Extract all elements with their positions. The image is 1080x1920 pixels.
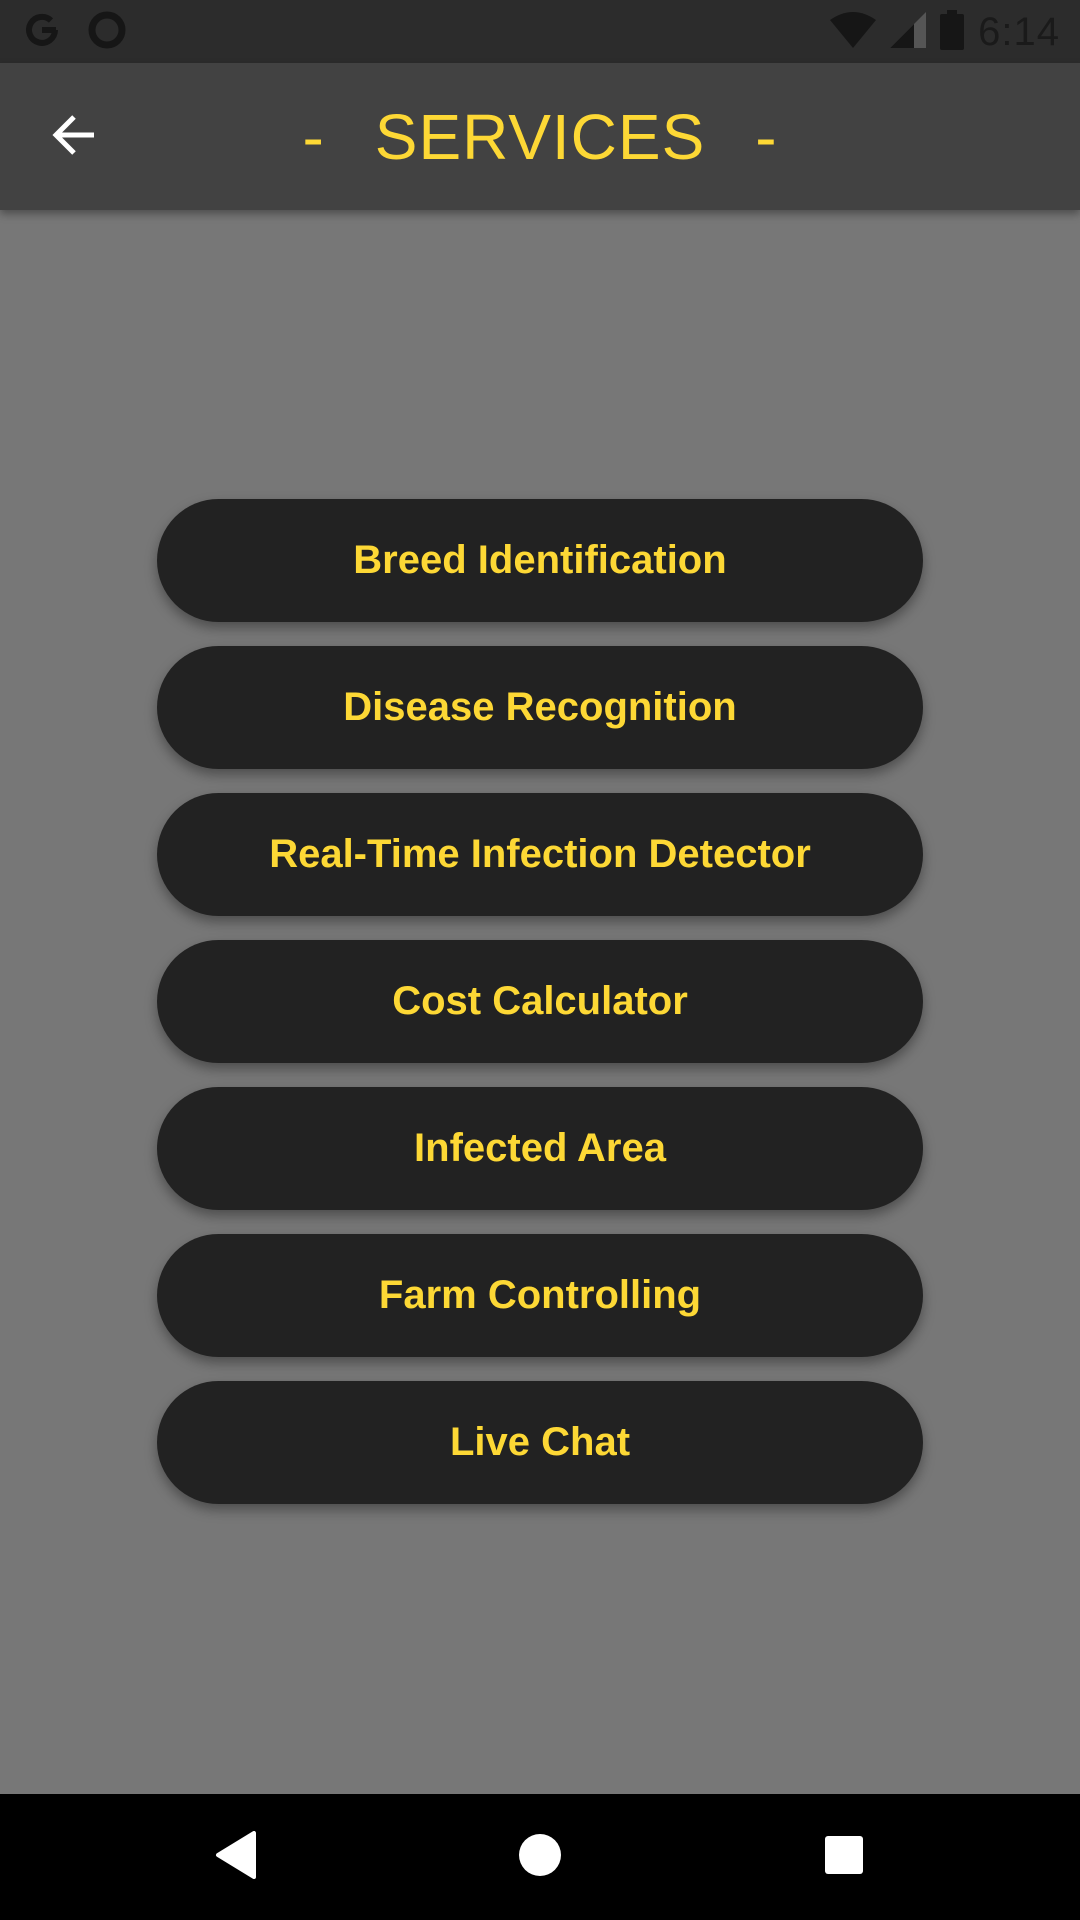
status-bar: 6:14 (0, 0, 1080, 63)
recents-square-icon (824, 1835, 864, 1880)
services-list: Breed Identification Disease Recognition… (157, 499, 923, 1504)
google-icon (22, 10, 62, 55)
live-chat-button[interactable]: Live Chat (157, 1381, 923, 1504)
nav-home-button[interactable] (510, 1827, 570, 1887)
nav-recents-button[interactable] (814, 1827, 874, 1887)
nav-back-button[interactable] (206, 1827, 266, 1887)
navigation-bar (0, 1794, 1080, 1920)
back-triangle-icon (214, 1830, 258, 1884)
circle-notification-icon (86, 9, 128, 56)
cost-calculator-button[interactable]: Cost Calculator (157, 940, 923, 1063)
title-dash-right: - (755, 100, 778, 173)
page-title: - SERVICES - (0, 63, 1080, 210)
app-bar: - SERVICES - (0, 63, 1080, 210)
status-time: 6:14 (978, 9, 1060, 54)
home-circle-icon (518, 1833, 562, 1882)
arrow-back-icon (50, 111, 98, 164)
wifi-icon (830, 11, 877, 53)
status-system: 6:14 (830, 8, 1060, 56)
services-screen: 6:14 - SERVICES - Breed Identification Dis… (0, 0, 1080, 1920)
farm-controlling-button[interactable]: Farm Controlling (157, 1234, 923, 1357)
infected-area-button[interactable]: Infected Area (157, 1087, 923, 1210)
breed-identification-button[interactable]: Breed Identification (157, 499, 923, 622)
real-time-infection-detector-button[interactable]: Real-Time Infection Detector (157, 793, 923, 916)
status-notifications (22, 8, 128, 56)
signal-icon (890, 11, 927, 53)
disease-recognition-button[interactable]: Disease Recognition (157, 646, 923, 769)
title-dash-left: - (302, 100, 325, 173)
back-button[interactable] (38, 101, 110, 173)
page-title-text: SERVICES (374, 100, 706, 173)
battery-icon (940, 9, 965, 55)
